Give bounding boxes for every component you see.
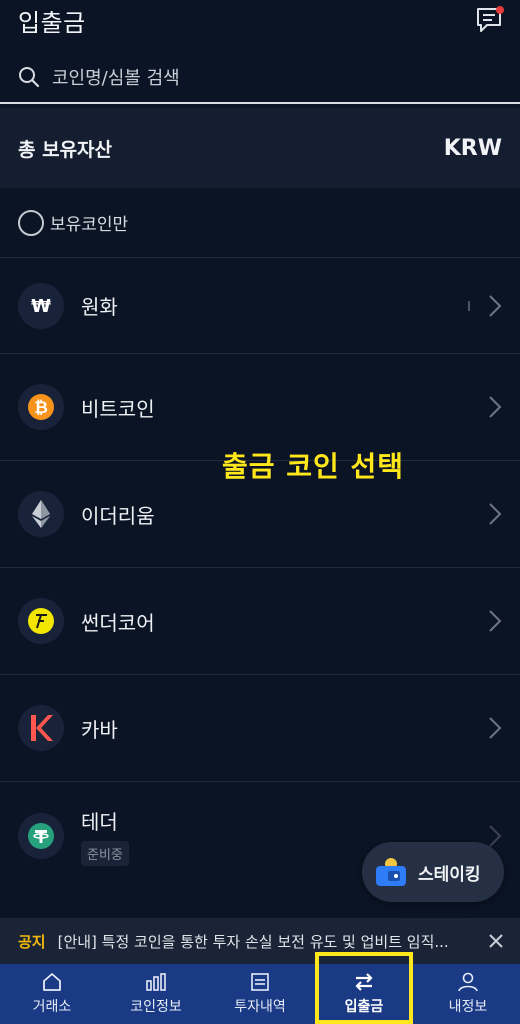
bottom-tab-bar: 거래소 코인정보 투자내역 입출금 내정보 — [0, 952, 520, 1024]
svg-text:₩: ₩ — [31, 296, 51, 316]
user-icon — [458, 972, 478, 992]
coin-name: 원화 — [81, 295, 118, 319]
list-icon — [251, 973, 269, 991]
transfer-icon — [355, 973, 373, 991]
chevron-right-icon — [489, 294, 502, 317]
chart-icon — [146, 973, 166, 991]
held-coins-label: 보유코인만 — [50, 215, 129, 235]
page-title: 입출금 — [18, 8, 86, 37]
chevron-right-icon — [489, 396, 502, 418]
bitcoin-icon: ₿ — [18, 384, 64, 430]
chevron-right-icon — [489, 717, 502, 739]
held-coins-radio[interactable] — [18, 209, 44, 236]
close-icon[interactable] — [488, 933, 504, 949]
chevron-right-icon — [489, 824, 502, 847]
coin-name: 썬더코어 — [81, 610, 155, 635]
search-bar[interactable]: 코인명/심볼 검색 — [0, 52, 520, 104]
tab-coin-info[interactable]: 코인정보 — [104, 964, 208, 1024]
coin-row-krw[interactable]: ₩ 원화 — [0, 258, 520, 354]
search-input[interactable]: 코인명/심볼 검색 — [52, 64, 180, 90]
coin-row-tt[interactable]: 썬더코어 — [0, 568, 520, 675]
divider-tick — [468, 300, 470, 311]
coin-name: 카바 — [81, 717, 118, 742]
notice-tag: 공지 — [18, 932, 46, 951]
notice-bar[interactable]: 공지 [안내] 특정 코인을 통한 투자 손실 보전 유도 및 업비트 임직..… — [0, 918, 520, 964]
total-assets-label: 총 보유자산 — [18, 138, 113, 161]
chat-button[interactable] — [474, 5, 504, 35]
tab-label: 코인정보 — [130, 999, 182, 1015]
coin-name: 비트코인 — [81, 396, 155, 421]
wallet-icon — [376, 858, 406, 886]
status-badge: 준비중 — [81, 840, 129, 866]
tab-label: 내정보 — [448, 999, 488, 1015]
notice-message[interactable]: [안내] 특정 코인을 통한 투자 손실 보전 유도 및 업비트 임직... — [58, 931, 458, 952]
annotation-label: 출금 코인 선택 — [222, 450, 405, 483]
coin-name: 이더리움 — [81, 503, 155, 528]
coin-row-kava[interactable]: 카바 — [0, 675, 520, 782]
thundercore-icon — [18, 598, 64, 644]
chevron-right-icon — [489, 503, 502, 525]
currency-toggle[interactable]: KRW — [444, 136, 502, 161]
search-icon — [19, 67, 40, 88]
svg-text:₿: ₿ — [34, 398, 48, 418]
kava-icon — [18, 705, 64, 751]
coin-list: ₩ 원화 ₿ 비트코인 이더리움 썬더코어 카바 테더 준비중 — [0, 258, 520, 889]
tab-deposit-withdraw[interactable]: 입출금 — [312, 952, 416, 1024]
tab-exchange[interactable]: 거래소 — [0, 964, 104, 1024]
staking-button[interactable]: 스테이킹 — [362, 842, 504, 902]
ethereum-icon — [18, 491, 64, 537]
home-icon — [43, 973, 61, 991]
tab-label: 입출금 — [344, 999, 384, 1015]
notification-dot — [496, 6, 504, 14]
tab-label: 거래소 — [32, 999, 72, 1015]
tab-my-info[interactable]: 내정보 — [416, 964, 520, 1024]
total-assets-bar: 총 보유자산 KRW — [0, 108, 520, 188]
chevron-right-icon — [489, 610, 502, 632]
held-coins-filter[interactable]: 보유코인만 — [0, 188, 520, 258]
top-header: 입출금 — [0, 0, 520, 40]
won-icon: ₩ — [18, 282, 64, 329]
coin-name: 테더 — [81, 809, 118, 834]
tab-investment-history[interactable]: 투자내역 — [208, 964, 312, 1024]
tab-label: 투자내역 — [234, 999, 286, 1015]
staking-label: 스테이킹 — [418, 864, 481, 885]
tether-icon — [18, 812, 64, 859]
